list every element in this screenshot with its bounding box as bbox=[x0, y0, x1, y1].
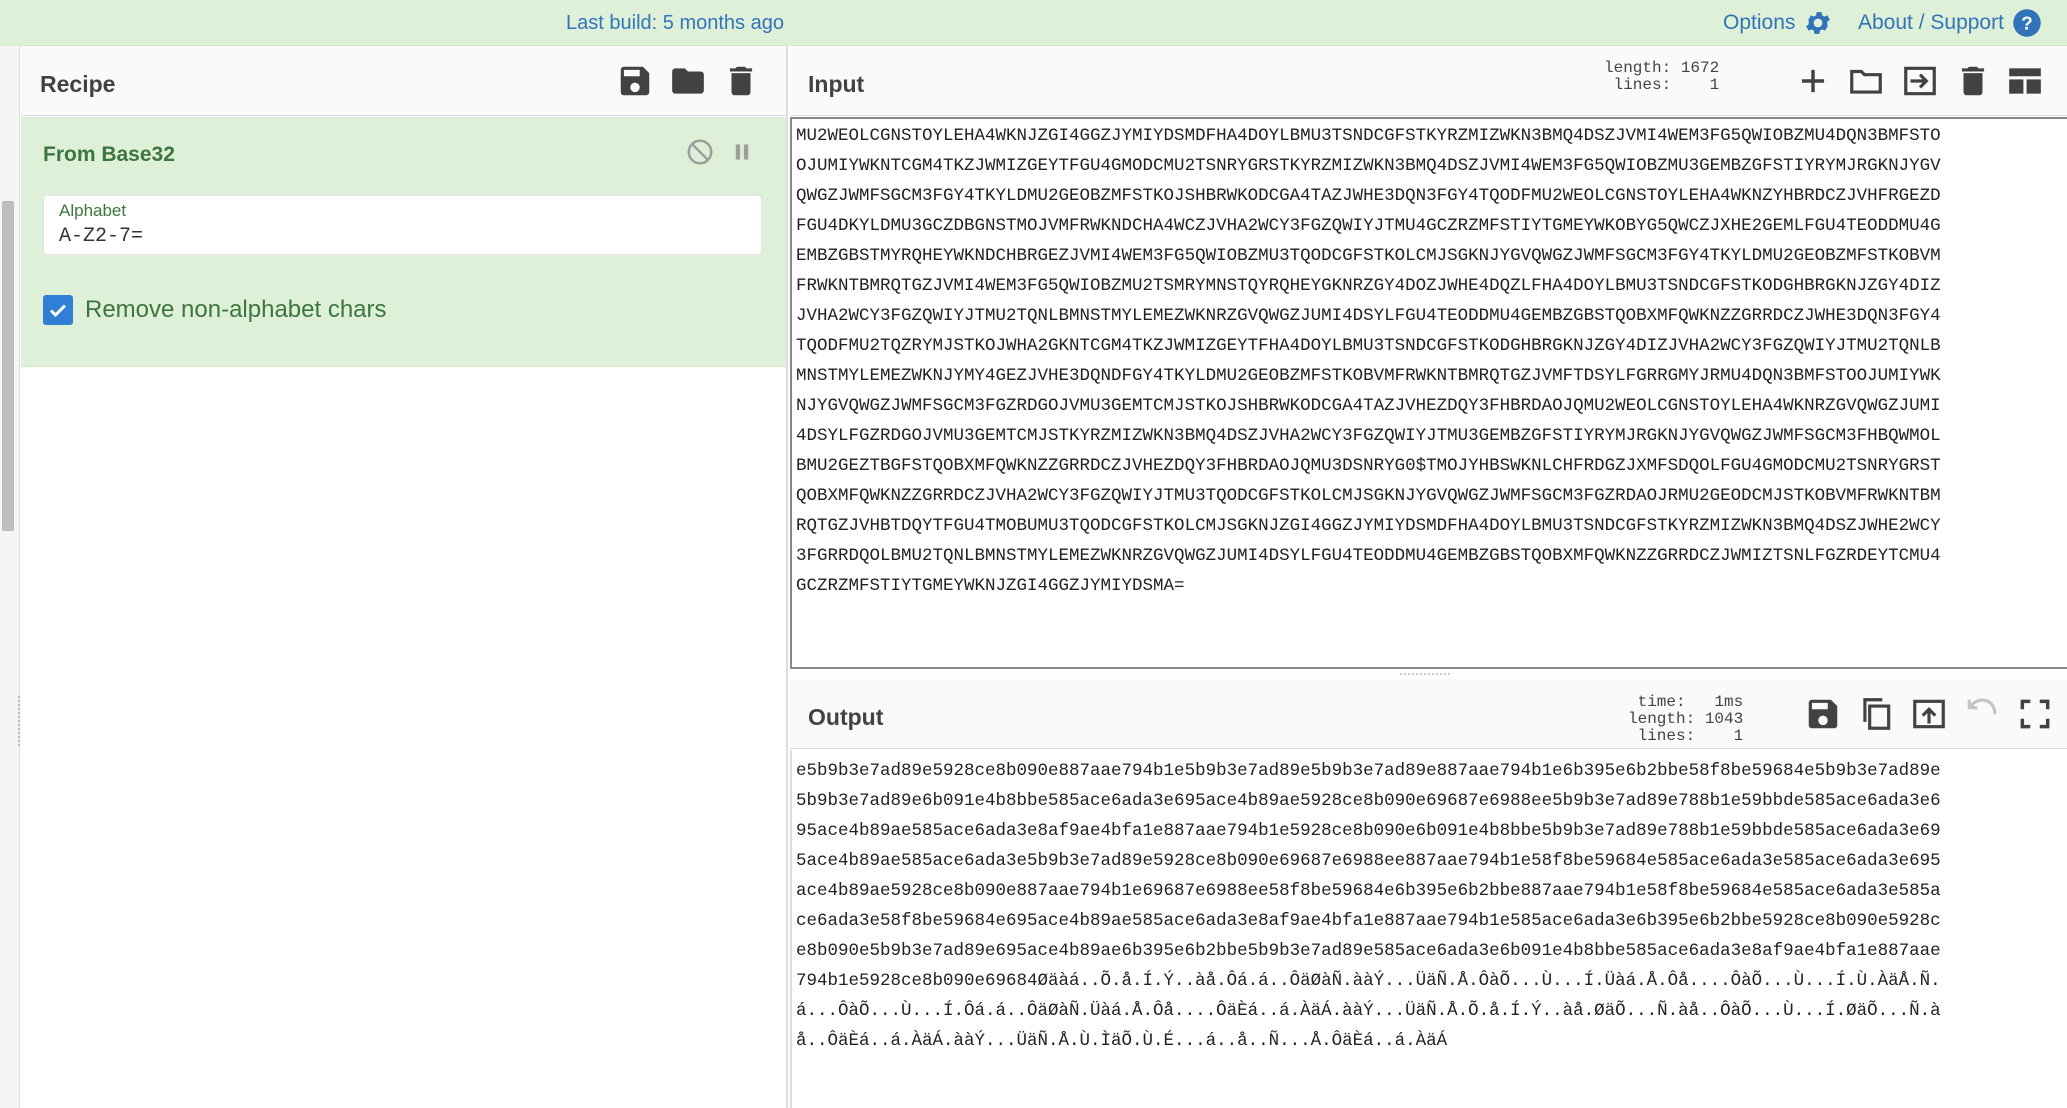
output-line: ce6ada3e58f8be59684e695ace4b89ae585ace6a… bbox=[796, 911, 1941, 931]
import-icon bbox=[1904, 66, 1936, 96]
help-icon: ? bbox=[2013, 9, 2041, 37]
input-line: QWGZJWMFSGCM3FGY4TKYLDMU2GEOBZMFSTKOJSHB… bbox=[796, 186, 1941, 206]
input-header: Input length: 1672 lines: 1 bbox=[790, 46, 2067, 116]
output-line: 5b9b3e7ad89e6b091e4b8bbe585ace6ada3e695a… bbox=[796, 791, 1941, 811]
recipe-header: Recipe bbox=[21, 46, 786, 116]
alphabet-field[interactable]: Alphabet bbox=[43, 195, 762, 255]
input-title: Input bbox=[808, 71, 865, 97]
input-line: FRWKNTBMRQTGZJVMI4WEM3FG5QWIOBZMU2TSMRYM… bbox=[796, 276, 1941, 296]
operation-from-base32[interactable]: From Base32 Alphabet Remove non-alphabet… bbox=[21, 117, 786, 367]
options-label: Options bbox=[1723, 11, 1796, 34]
add-input-tab-button[interactable] bbox=[1794, 62, 1832, 100]
input-textarea[interactable]: MU2WEOLCGNSTOYLEHA4WKNJZGI4GGZJYMIYDSMDF… bbox=[790, 117, 2067, 669]
save-recipe-button[interactable] bbox=[616, 62, 654, 100]
replace-input-button[interactable] bbox=[1910, 695, 1948, 733]
breakpoint-button[interactable] bbox=[727, 137, 757, 167]
output-text: e5b9b3e7ad89e5928ce8b090e887aae794b1e5b9… bbox=[792, 750, 2054, 1056]
output-line: e8b090e5b9b3e7ad89e695ace4b89ae6b395e6b2… bbox=[796, 941, 1941, 961]
trash-icon bbox=[729, 66, 753, 96]
input-line: RQTGZJVHBTDQYTFGU4TMOBUMU3TQODCGFSTKOLCM… bbox=[796, 516, 1941, 536]
output-stats: time: 1ms length: 1043 lines: 1 bbox=[1628, 693, 1744, 745]
input-stats: length: 1672 lines: 1 bbox=[1604, 59, 1720, 94]
input-line: MU2WEOLCGNSTOYLEHA4WKNJZGI4GGZJYMIYDSMDF… bbox=[796, 126, 1941, 146]
clear-recipe-button[interactable] bbox=[722, 62, 760, 100]
output-line: å..ÔäÈá..á.ÀäÁ.ààÝ...ÜäÑ.Å.Ù.ÌäÕ.Ù.É...á… bbox=[796, 1031, 1448, 1051]
gear-icon bbox=[1806, 12, 1831, 34]
reset-layout-button[interactable] bbox=[2006, 62, 2044, 100]
recipe-panel: Recipe From Base32 Alphabet A-Z2-7= Remo… bbox=[21, 46, 788, 1108]
output-header: Output time: 1ms length: 1043 lines: 1 bbox=[790, 679, 2067, 749]
svg-text:?: ? bbox=[2021, 12, 2032, 33]
last-build-notice: Last build: 5 months ago bbox=[566, 12, 784, 34]
maximise-icon bbox=[2020, 699, 2050, 729]
output-line: 5ace4b89ae585ace6ada3e5b9b3e7ad89e5928ce… bbox=[796, 851, 1941, 871]
input-text: MU2WEOLCGNSTOYLEHA4WKNJZGI4GGZJYMIYDSMDF… bbox=[792, 119, 2054, 601]
open-file-button[interactable] bbox=[1847, 62, 1885, 100]
output-textarea[interactable]: e5b9b3e7ad89e5928ce8b090e887aae794b1e5b9… bbox=[790, 750, 2067, 1108]
output-line: e5b9b3e7ad89e5928ce8b090e887aae794b1e5b9… bbox=[796, 761, 1941, 781]
folder-open-icon bbox=[672, 68, 704, 94]
disable-icon bbox=[687, 139, 713, 165]
trash-icon bbox=[1961, 66, 1985, 96]
pause-icon bbox=[735, 144, 749, 160]
copy-output-button[interactable] bbox=[1857, 695, 1895, 733]
input-line: BMU2GEZTBGFSTQOBXMFQWKNZZGRRDCZJVHEZDQY3… bbox=[796, 456, 1941, 476]
output-line: ace4b89ae5928ce8b090e887aae794b1e69687e6… bbox=[796, 881, 1941, 901]
undo-icon bbox=[1967, 698, 1997, 715]
save-output-button[interactable] bbox=[1804, 695, 1842, 733]
disable-operation-button[interactable] bbox=[685, 137, 715, 167]
plus-icon bbox=[1801, 69, 1825, 93]
io-panel: Input length: 1672 lines: 1 MU2WEOLCGNST… bbox=[790, 46, 2067, 1108]
layout-icon bbox=[2009, 68, 2041, 94]
recipe-title: Recipe bbox=[40, 71, 116, 97]
save-icon bbox=[1808, 699, 1838, 729]
output-title: Output bbox=[808, 704, 884, 730]
about-support-label: About / Support bbox=[1858, 11, 2004, 34]
input-line: EMBZGBSTMYRQHEYWKNDCHBRGEZJVMI4WEM3FG5QW… bbox=[796, 246, 1941, 266]
input-line: 4DSYLFGZRDGOJVMU3GEMTCMJSTKYRZMIZWKN3BMQ… bbox=[796, 426, 1941, 446]
copy-icon bbox=[1863, 698, 1891, 730]
input-line: NJYGVQWGZJWMFSGCM3FGZRDGOJVMU3GEMTCMJSTK… bbox=[796, 396, 1941, 416]
save-icon bbox=[620, 66, 650, 96]
input-line: OJUMIYWKNTCGM4TKZJWMIZGEYTFGU4GMODCMU2TS… bbox=[796, 156, 1941, 176]
output-line: 95ace4b89ae585ace6ada3e8af9ae4bfa1e887aa… bbox=[796, 821, 1941, 841]
output-line: 794b1e5928ce8b090e69684Øäàá..Õ.å.Í.Ý..àå… bbox=[796, 971, 1941, 991]
operations-panel-edge bbox=[0, 46, 20, 1108]
input-line: FGU4DKYLDMU3GCZDBGNSTMOJVMFRWKNDCHA4WCZJ… bbox=[796, 216, 1941, 236]
about-support-link[interactable]: About / Support ? bbox=[1858, 0, 2042, 46]
top-banner: Last build: 5 months ago Options About /… bbox=[0, 0, 2067, 46]
folder-open-icon bbox=[1850, 69, 1882, 94]
alphabet-label: Alphabet bbox=[59, 201, 127, 220]
output-line: á...ÔàÕ...Ù...Í.Ôá.á..ÔäØàÑ.Üàá.Å.Ôå....… bbox=[796, 1001, 1941, 1021]
io-splitter[interactable] bbox=[790, 669, 2067, 679]
replace-input-icon bbox=[1913, 699, 1945, 729]
checkbox-checked-icon[interactable] bbox=[43, 295, 73, 325]
remove-non-alphabet-checkbox[interactable]: Remove non-alphabet chars bbox=[43, 295, 387, 325]
input-line: TQODFMU2TQZRYMJSTKOJWHA2GKNTCGM4TKZJWMIZ… bbox=[796, 336, 1941, 356]
input-line: MNSTMYLEMEZWKNJYMY4GEZJVHE3DQNDFGY4TKYLD… bbox=[796, 366, 1941, 386]
input-line: GCZRZMFSTIYTGMEYWKNJZGI4GGZJYMIYDSMA= bbox=[796, 576, 1185, 596]
checkbox-label: Remove non-alphabet chars bbox=[85, 296, 387, 323]
options-link[interactable]: Options bbox=[1723, 0, 1833, 46]
clear-input-button[interactable] bbox=[1954, 62, 1992, 100]
input-line: QOBXMFQWKNZZGRRDCZJVHA2WCY3FGZQWIYJTMU3T… bbox=[796, 486, 1941, 506]
load-recipe-button[interactable] bbox=[669, 62, 707, 100]
input-line: JVHA2WCY3FGZQWIYJTMU2TQNLBMNSTMYLEMEZWKN… bbox=[796, 306, 1941, 326]
undo-button[interactable] bbox=[1963, 695, 2001, 733]
open-folder-button[interactable] bbox=[1901, 62, 1939, 100]
operation-name: From Base32 bbox=[43, 143, 175, 166]
maximise-output-button[interactable] bbox=[2016, 695, 2054, 733]
operations-scrollbar[interactable] bbox=[2, 201, 14, 531]
alphabet-input[interactable] bbox=[59, 225, 739, 248]
input-line: 3FGRRDQOLBMU2TQNLBMNSTMYLEMEZWKNRZGVQWGZ… bbox=[796, 546, 1941, 566]
